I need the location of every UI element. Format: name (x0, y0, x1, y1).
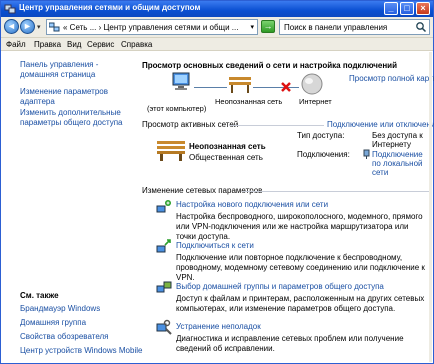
no-connection-icon (281, 82, 291, 92)
divider (242, 191, 430, 192)
access-type-value: Без доступа к Интернету (372, 131, 423, 149)
sidebar-link-home[interactable]: Панель управления - домашняя страница (20, 60, 130, 80)
page-title: Просмотр основных сведений о сети и наст… (142, 61, 398, 70)
title-bar[interactable]: Центр управления сетями и общим доступом… (1, 1, 433, 17)
internet-globe-icon[interactable] (301, 73, 323, 95)
troubleshoot-icon[interactable] (156, 319, 172, 335)
network-type-link[interactable]: Общественная сеть (189, 153, 263, 162)
lan-connection-icon (363, 149, 370, 159)
divider (229, 125, 324, 126)
menu-edit[interactable]: Правка (34, 40, 61, 49)
task-new-connection-desc: Настройка беспроводного, широкополосного… (176, 212, 423, 241)
active-networks-header: Просмотр активных сетей (142, 120, 239, 129)
see-also-title: См. также (20, 291, 59, 300)
window-title: Центр управления сетями и общим доступом (19, 3, 201, 12)
lan-connection-link[interactable]: Подключение по локальной сети (372, 150, 430, 177)
connect-disconnect-link[interactable]: Подключение или отключение (327, 120, 434, 129)
network-folder-icon (49, 22, 60, 32)
history-dropdown-icon[interactable]: ▾ (37, 23, 41, 31)
map-computer-label: (этот компьютер) (147, 104, 207, 113)
map-network-label: Неопознанная сеть (215, 97, 283, 106)
search-input[interactable]: Поиск в панели управления (279, 19, 430, 35)
maximize-button[interactable]: □ (400, 2, 414, 15)
task-new-connection-link[interactable]: Настройка нового подключения или сети (176, 200, 328, 209)
back-button[interactable]: ◄ (4, 19, 19, 34)
task-homegroup-link[interactable]: Выбор домашней группы и параметров общег… (176, 282, 384, 291)
map-internet-line (253, 87, 299, 88)
map-internet-label: Интернет (299, 97, 332, 106)
address-dropdown-icon[interactable]: ▾ (250, 23, 254, 31)
window-right-edge (429, 52, 432, 362)
search-placeholder: Поиск в панели управления (284, 23, 388, 32)
new-connection-icon[interactable] (156, 198, 172, 214)
connections-label: Подключения: (297, 150, 350, 159)
refresh-button[interactable]: → (261, 20, 275, 33)
sidebar-link-sharing[interactable]: Изменить дополнительные параметры общего… (20, 108, 132, 128)
address-field[interactable]: « Сеть ... › Центр управления сетями и о… (46, 19, 258, 35)
computer-icon[interactable] (171, 71, 193, 93)
homegroup-icon[interactable] (156, 279, 172, 295)
connect-network-icon[interactable] (156, 238, 172, 254)
see-also-internet-options[interactable]: Свойства обозревателя (20, 332, 109, 342)
close-button[interactable]: × (416, 2, 430, 15)
menu-tools[interactable]: Сервис (87, 40, 114, 49)
public-network-bench-icon (157, 141, 185, 161)
see-also-firewall[interactable]: Брандмауэр Windows (20, 304, 100, 314)
task-homegroup-desc: Доступ к файлам и принтерам, расположенн… (176, 294, 425, 313)
forward-button[interactable]: ► (20, 19, 35, 34)
minimize-button[interactable]: _ (384, 2, 398, 15)
search-icon[interactable] (415, 21, 427, 33)
bench-icon[interactable] (228, 75, 252, 95)
task-connect-desc: Подключение или повторное подключение к … (176, 253, 425, 282)
access-type-label: Тип доступа: (297, 131, 345, 140)
see-also-mobile-center[interactable]: Центр устройств Windows Mobile (20, 346, 142, 356)
address-path: « Сеть ... › Центр управления сетями и о… (63, 23, 239, 32)
task-troubleshoot-desc: Диагностика и исправление сетевых пробле… (176, 334, 404, 353)
network-name: Неопознанная сеть (189, 142, 266, 151)
map-link-line (194, 87, 227, 88)
full-map-link[interactable]: Просмотр полной карты (349, 74, 434, 83)
menu-file[interactable]: Файл (6, 40, 26, 49)
address-toolbar: ◄ ► ▾ « Сеть ... › Центр управления сетя… (1, 17, 433, 38)
menu-view[interactable]: Вид (67, 40, 81, 49)
menu-bar: Файл Правка Вид Сервис Справка (1, 38, 433, 51)
task-connect-link[interactable]: Подключиться к сети (176, 241, 254, 250)
menu-help[interactable]: Справка (121, 40, 152, 49)
window: Центр управления сетями и общим доступом… (0, 0, 434, 364)
see-also-homegroup[interactable]: Домашняя группа (20, 318, 86, 328)
task-troubleshoot-link[interactable]: Устранение неполадок (176, 322, 261, 331)
network-center-icon (4, 4, 16, 14)
sidebar-link-adapter[interactable]: Изменение параметров адаптера (20, 87, 120, 107)
